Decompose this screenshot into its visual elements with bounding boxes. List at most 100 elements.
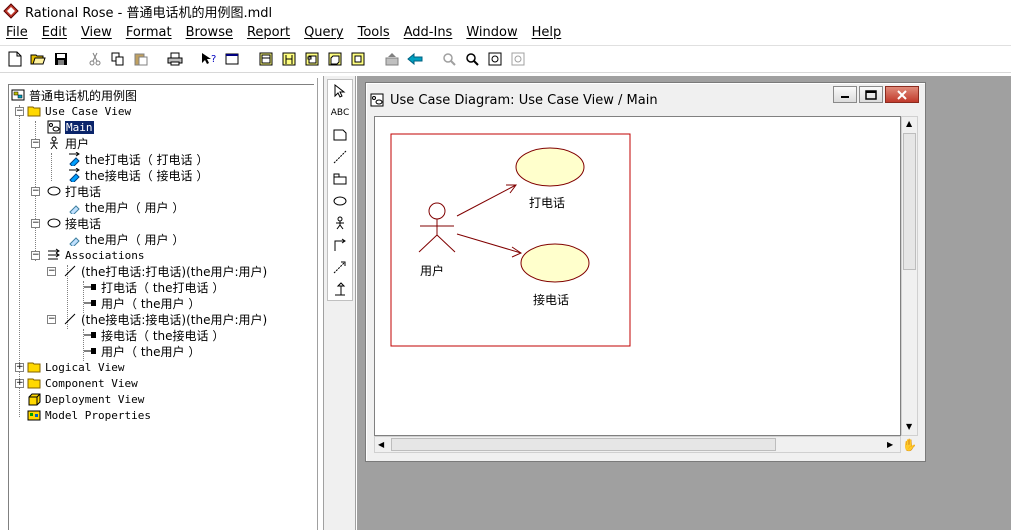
browse-class-icon[interactable] xyxy=(255,48,277,70)
generalization-icon[interactable] xyxy=(328,278,352,300)
tree-assoc1-end2[interactable]: 用户（ the用户 ） xyxy=(83,295,200,311)
toolbar: ? xyxy=(0,45,1011,73)
restore-button[interactable] xyxy=(859,86,883,103)
tree-model-properties[interactable]: Model Properties xyxy=(27,407,151,423)
tree-use-case-call-role[interactable]: the用户（ 用户 ） xyxy=(67,199,184,215)
save-icon[interactable] xyxy=(50,48,72,70)
use-case-call[interactable] xyxy=(515,147,585,187)
zoom-in-icon[interactable] xyxy=(438,48,460,70)
dependency-icon[interactable] xyxy=(328,256,352,278)
horizontal-scroll-thumb[interactable] xyxy=(391,438,776,451)
menu-help[interactable]: Help xyxy=(525,25,569,40)
collapse-toggle[interactable]: − xyxy=(47,267,56,276)
note-icon[interactable] xyxy=(328,124,352,146)
association-answer[interactable] xyxy=(456,233,523,258)
tree-use-case-answer-role[interactable]: the用户（ 用户 ） xyxy=(67,231,184,247)
menu-add-ins[interactable]: Add-Ins xyxy=(397,25,460,40)
collapse-toggle[interactable]: − xyxy=(15,107,24,116)
system-boundary[interactable] xyxy=(390,133,631,347)
diagram-canvas[interactable]: 用户 打电话 接电话 xyxy=(374,116,901,436)
scroll-left-icon[interactable]: ◀ xyxy=(378,440,384,449)
scroll-down-icon[interactable]: ▼ xyxy=(906,422,912,431)
expand-toggle[interactable]: + xyxy=(15,363,24,372)
tree-deployment-view[interactable]: Deployment View xyxy=(27,391,144,407)
collapse-toggle[interactable]: − xyxy=(31,139,40,148)
tree-assoc2[interactable]: (the接电话:接电话)(the用户:用户) xyxy=(63,311,267,327)
actor-user[interactable] xyxy=(418,202,456,253)
collapse-toggle[interactable]: − xyxy=(31,187,40,196)
tree-assoc1-end1[interactable]: 打电话（ the打电话 ） xyxy=(83,279,224,295)
tree-assoc2-label: (the接电话:接电话)(the用户:用户) xyxy=(81,312,268,327)
tree-main-diagram[interactable]: Main xyxy=(47,119,94,135)
menu-view[interactable]: View xyxy=(74,25,119,40)
tree-root[interactable]: 普通电话机的用例图 xyxy=(11,87,137,103)
browse-previous-icon[interactable] xyxy=(381,48,403,70)
menu-query[interactable]: Query xyxy=(297,25,351,40)
copy-icon[interactable] xyxy=(107,48,129,70)
hand-icon[interactable]: ✋ xyxy=(901,436,918,453)
tree-assoc1[interactable]: (the打电话:打电话)(the用户:用户) xyxy=(63,263,267,279)
menu-edit[interactable]: Edit xyxy=(35,25,74,40)
fit-window-icon[interactable] xyxy=(484,48,506,70)
tree-assoc-call[interactable]: the打电话（ 打电话 ） xyxy=(67,151,208,167)
vertical-scroll-thumb[interactable] xyxy=(903,133,916,270)
menu-window[interactable]: Window xyxy=(459,25,524,40)
menu-browse[interactable]: Browse xyxy=(179,25,240,40)
tree-associations[interactable]: Associations xyxy=(47,247,144,263)
tree-assoc-call-label: the打电话（ 打电话 ） xyxy=(85,152,209,167)
package-icon[interactable] xyxy=(328,168,352,190)
menu-report[interactable]: Report xyxy=(240,25,297,40)
tree-component-view[interactable]: Component View xyxy=(27,375,138,391)
zoom-out-icon[interactable] xyxy=(461,48,483,70)
context-help-icon[interactable]: ? xyxy=(198,48,220,70)
collapse-toggle[interactable]: − xyxy=(31,219,40,228)
view-doc-icon[interactable] xyxy=(221,48,243,70)
actor-icon[interactable] xyxy=(328,212,352,234)
tree-assoc2-end1[interactable]: 接电话（ the接电话 ） xyxy=(83,327,224,343)
new-icon[interactable] xyxy=(4,48,26,70)
unidirectional-association-icon[interactable] xyxy=(328,234,352,256)
diagram-svg xyxy=(390,133,631,347)
horizontal-scrollbar[interactable]: ◀ ▶ xyxy=(374,436,901,453)
use-case-answer[interactable] xyxy=(520,243,590,283)
menu-tools[interactable]: Tools xyxy=(351,25,397,40)
browser-tree[interactable]: 普通电话机的用例图 − Use Case View Main − 用户 the打… xyxy=(8,84,314,530)
selection-icon[interactable] xyxy=(328,80,352,102)
menu-format[interactable]: Format xyxy=(119,25,179,40)
scroll-up-icon[interactable]: ▲ xyxy=(906,119,912,128)
tree-use-case-answer[interactable]: 接电话 xyxy=(47,215,101,231)
paste-icon[interactable] xyxy=(130,48,152,70)
tree-assoc2-end2[interactable]: 用户（ the用户 ） xyxy=(83,343,200,359)
print-icon[interactable] xyxy=(164,48,186,70)
toolbar-separator xyxy=(158,49,159,69)
browse-component-icon[interactable] xyxy=(301,48,323,70)
browse-back-arrow-icon[interactable] xyxy=(404,48,426,70)
collapse-toggle[interactable]: − xyxy=(31,251,40,260)
tree-actor-user[interactable]: 用户 xyxy=(47,135,89,151)
browse-parent-icon[interactable] xyxy=(347,48,369,70)
collapse-toggle[interactable]: − xyxy=(47,315,56,324)
browse-deployment-icon[interactable] xyxy=(324,48,346,70)
text-icon[interactable]: ABC xyxy=(328,102,352,124)
menu-file[interactable]: File xyxy=(0,25,35,40)
close-button[interactable] xyxy=(885,86,919,103)
tree-assoc-answer-label: the接电话（ 接电话 ） xyxy=(85,168,209,183)
tree-use-case-view[interactable]: Use Case View xyxy=(27,103,131,119)
association-call[interactable] xyxy=(456,184,517,217)
associations-icon xyxy=(48,248,60,260)
minimize-button[interactable] xyxy=(833,86,857,103)
cut-icon[interactable] xyxy=(84,48,106,70)
tree-assoc-answer[interactable]: the接电话（ 接电话 ） xyxy=(67,167,208,183)
open-icon[interactable] xyxy=(27,48,49,70)
tree-use-case-call[interactable]: 打电话 xyxy=(47,183,101,199)
tree-logical-view[interactable]: Logical View xyxy=(27,359,124,375)
undo-fit-icon[interactable] xyxy=(507,48,529,70)
scroll-right-icon[interactable]: ▶ xyxy=(887,440,893,449)
use-case-diagram-window[interactable]: Use Case Diagram: Use Case View / Main 用… xyxy=(365,82,926,462)
expand-toggle[interactable]: + xyxy=(15,379,24,388)
use-case-icon[interactable] xyxy=(328,190,352,212)
browse-interaction-icon[interactable] xyxy=(278,48,300,70)
toolbar-separator xyxy=(249,49,250,69)
anchor-icon[interactable] xyxy=(328,146,352,168)
vertical-scrollbar[interactable]: ▲ ▼ xyxy=(901,116,918,436)
